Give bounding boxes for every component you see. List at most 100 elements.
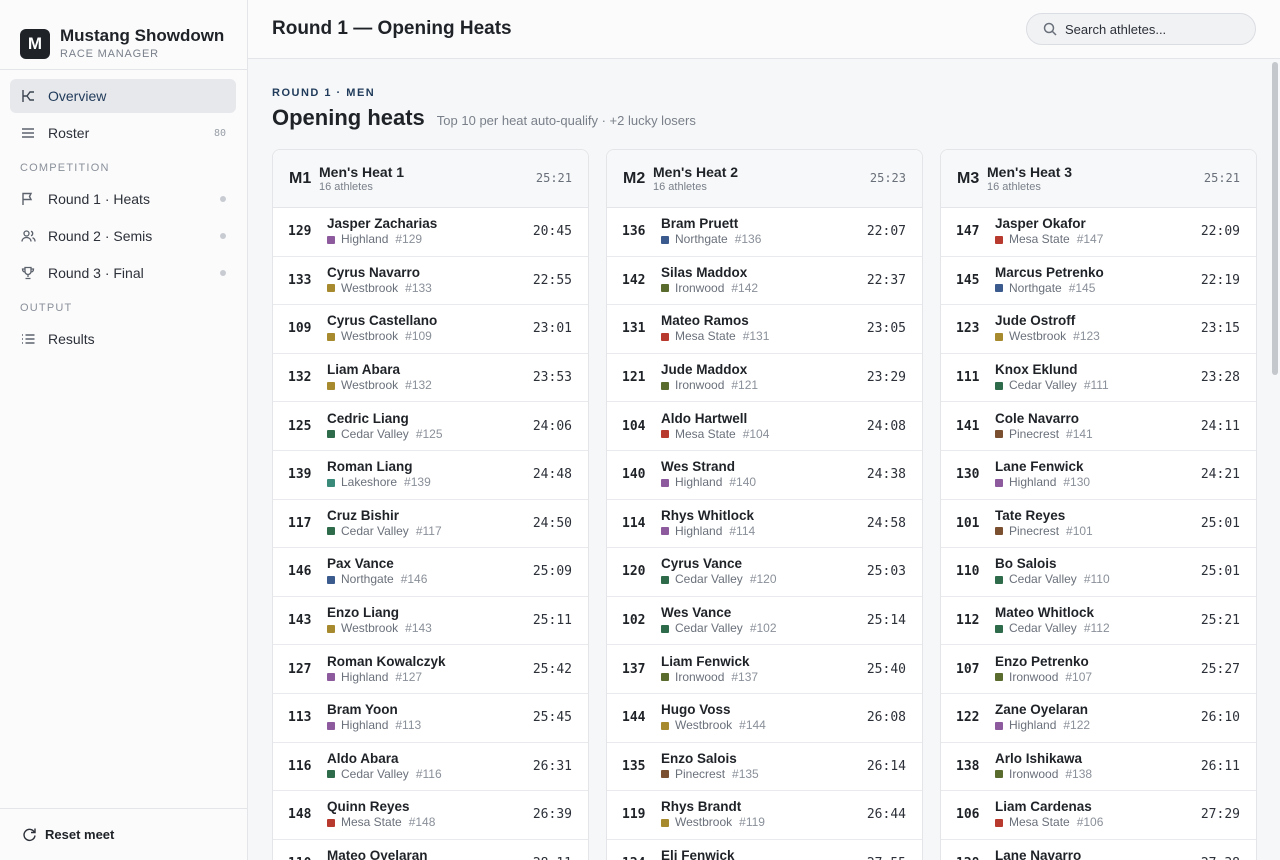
athlete-meta: Westbrook #119	[661, 815, 867, 830]
team-name: Cedar Valley	[1009, 572, 1077, 587]
athlete-row[interactable]: 132 Liam Abara Westbrook #132 23:53	[273, 354, 588, 403]
bib-number: 120	[622, 564, 646, 580]
athlete-row[interactable]: 114 Rhys Whitlock Highland #114 24:58	[607, 500, 922, 549]
heat-time: 25:21	[535, 171, 572, 185]
athlete-info: Cole Navarro Pinecrest #141	[995, 411, 1201, 442]
athlete-row[interactable]: 142 Silas Maddox Ironwood #142 22:37	[607, 257, 922, 306]
athlete-name: Mateo Ramos	[661, 313, 749, 329]
athlete-info: Zane Oyelaran Highland #122	[995, 702, 1201, 733]
athlete-tag: #120	[749, 572, 777, 587]
athlete-row[interactable]: 112 Mateo Whitlock Cedar Valley #112 25:21	[941, 597, 1256, 646]
athlete-row[interactable]: 125 Cedric Liang Cedar Valley #125 24:06	[273, 402, 588, 451]
athlete-row[interactable]: 116 Aldo Abara Cedar Valley #116 26:31	[273, 743, 588, 792]
athlete-row[interactable]: 143 Enzo Liang Westbrook #143 25:11	[273, 597, 588, 646]
athlete-row[interactable]: 123 Jude Ostroff Westbrook #123 23:15	[941, 305, 1256, 354]
athlete-row[interactable]: 110Mateo OyelaranHighland#11028:11	[273, 840, 588, 860]
athlete-tag: #142	[731, 280, 759, 295]
athlete-row[interactable]: 102 Wes Vance Cedar Valley #102 25:14	[607, 597, 922, 646]
athlete-name: Bo Salois	[995, 556, 1057, 572]
scrollbar[interactable]	[1272, 62, 1278, 375]
team-color-swatch	[327, 332, 335, 341]
athlete-name: Rhys Brandt	[661, 799, 742, 815]
race-time: 27:55	[867, 856, 906, 860]
team-color-swatch	[995, 818, 1003, 827]
athlete-tag: #125	[415, 426, 443, 441]
athlete-row[interactable]: 147 Jasper Okafor Mesa State #147 22:09	[941, 208, 1256, 257]
athlete-row[interactable]: 136 Bram Pruett Northgate #136 22:07	[607, 208, 922, 257]
team-name: Westbrook	[341, 621, 399, 636]
athlete-row[interactable]: 122 Zane Oyelaran Highland #122 26:10	[941, 694, 1256, 743]
athlete-row[interactable]: 128Lane NavarroHighland#12827:38	[941, 840, 1256, 860]
athlete-row[interactable]: 141 Cole Navarro Pinecrest #141 24:11	[941, 402, 1256, 451]
athlete-info: Enzo Petrenko Ironwood #107	[995, 654, 1201, 685]
athlete-row[interactable]: 130 Lane Fenwick Highland #130 24:21	[941, 451, 1256, 500]
athlete-meta: Cedar Valley #116	[327, 767, 533, 782]
athlete-row[interactable]: 119 Rhys Brandt Westbrook #119 26:44	[607, 791, 922, 840]
athlete-info: Mateo OyelaranHighland#110	[327, 848, 533, 860]
sidebar-item-overview[interactable]: Overview	[10, 79, 236, 113]
sidebar-item-results[interactable]: Results	[10, 322, 236, 356]
athlete-meta: Highland #129	[327, 232, 533, 247]
team-color-swatch	[995, 235, 1003, 244]
athlete-row[interactable]: 148 Quinn Reyes Mesa State #148 26:39	[273, 791, 588, 840]
athlete-row[interactable]: 144 Hugo Voss Westbrook #144 26:08	[607, 694, 922, 743]
section-subheading: Top 10 per heat auto-qualify · +2 lucky …	[436, 113, 696, 128]
team-color-swatch	[661, 478, 669, 487]
athlete-name: Hugo Voss	[661, 702, 731, 718]
heat-header: M1 Men's Heat 1 16 athletes 25:21	[273, 150, 588, 208]
reset-meet-button[interactable]: Reset meet	[0, 808, 247, 860]
team-color-swatch	[327, 478, 335, 487]
athlete-row[interactable]: 145 Marcus Petrenko Northgate #145 22:19	[941, 257, 1256, 306]
team-color-swatch	[995, 527, 1003, 536]
athlete-tag: #101	[1066, 523, 1093, 538]
app-name: Mustang Showdown	[60, 26, 225, 45]
team-name: Mesa State	[341, 815, 402, 830]
athlete-row[interactable]: 107 Enzo Petrenko Ironwood #107 25:27	[941, 645, 1256, 694]
sidebar-item-round1[interactable]: Round 1 · Heats	[10, 182, 236, 216]
athlete-row[interactable]: 146 Pax Vance Northgate #146 25:09	[273, 548, 588, 597]
athlete-row[interactable]: 106 Liam Cardenas Mesa State #106 27:29	[941, 791, 1256, 840]
athlete-name: Liam Cardenas	[995, 799, 1092, 815]
team-color-swatch	[327, 673, 335, 682]
athlete-row[interactable]: 129 Jasper Zacharias Highland #129 20:45	[273, 208, 588, 257]
athlete-meta: Cedar Valley #117	[327, 524, 533, 539]
athlete-meta: Northgate #146	[327, 572, 533, 587]
bib-number: 107	[956, 661, 980, 677]
bib-number: 110	[288, 856, 327, 860]
bib-number: 109	[288, 321, 312, 337]
athlete-row[interactable]: 104 Aldo Hartwell Mesa State #104 24:08	[607, 402, 922, 451]
sidebar-item-roster[interactable]: Roster 80	[10, 116, 236, 150]
athlete-info: Hugo Voss Westbrook #144	[661, 702, 867, 733]
team-name: Westbrook	[675, 718, 733, 733]
team-color-swatch	[995, 430, 1003, 439]
athlete-row[interactable]: 101 Tate Reyes Pinecrest #101 25:01	[941, 500, 1256, 549]
athlete-row[interactable]: 139 Roman Liang Lakeshore #139 24:48	[273, 451, 588, 500]
race-time: 26:31	[532, 758, 572, 774]
heat-title: Men's Heat 3	[987, 163, 1073, 180]
athlete-row[interactable]: 121 Jude Maddox Ironwood #121 23:29	[607, 354, 922, 403]
athlete-meta: Westbrook #143	[327, 621, 533, 636]
sidebar-item-round2[interactable]: Round 2 · Semis	[10, 219, 236, 253]
athlete-row[interactable]: 111 Knox Eklund Cedar Valley #111 23:28	[941, 354, 1256, 403]
bib-number: 117	[288, 515, 312, 531]
athlete-row[interactable]: 135 Enzo Salois Pinecrest #135 26:14	[607, 743, 922, 792]
athlete-row[interactable]: 140 Wes Strand Highland #140 24:38	[607, 451, 922, 500]
athlete-row[interactable]: 113 Bram Yoon Highland #113 25:45	[273, 694, 588, 743]
search-input[interactable]	[1065, 21, 1235, 37]
athlete-name: Liam Abara	[327, 362, 401, 378]
athlete-row[interactable]: 133 Cyrus Navarro Westbrook #133 22:55	[273, 257, 588, 306]
athlete-row[interactable]: 110 Bo Salois Cedar Valley #110 25:01	[941, 548, 1256, 597]
athlete-row[interactable]: 127 Roman Kowalczyk Highland #127 25:42	[273, 645, 588, 694]
athlete-row[interactable]: 124Eli FenwickIronwood#12427:55	[607, 840, 922, 860]
athlete-row[interactable]: 117 Cruz Bishir Cedar Valley #117 24:50	[273, 500, 588, 549]
heat-title: Men's Heat 2	[653, 163, 739, 180]
athlete-row[interactable]: 138 Arlo Ishikawa Ironwood #138 26:11	[941, 743, 1256, 792]
athlete-row[interactable]: 137 Liam Fenwick Ironwood #137 25:40	[607, 645, 922, 694]
sidebar-item-round3[interactable]: Round 3 · Final	[10, 256, 236, 290]
race-time: 24:08	[866, 418, 906, 434]
athlete-row[interactable]: 131 Mateo Ramos Mesa State #131 23:05	[607, 305, 922, 354]
athlete-row[interactable]: 109 Cyrus Castellano Westbrook #109 23:01	[273, 305, 588, 354]
athlete-info: Mateo Ramos Mesa State #131	[661, 313, 867, 344]
athlete-tag: #111	[1083, 378, 1109, 393]
athlete-row[interactable]: 120 Cyrus Vance Cedar Valley #120 25:03	[607, 548, 922, 597]
